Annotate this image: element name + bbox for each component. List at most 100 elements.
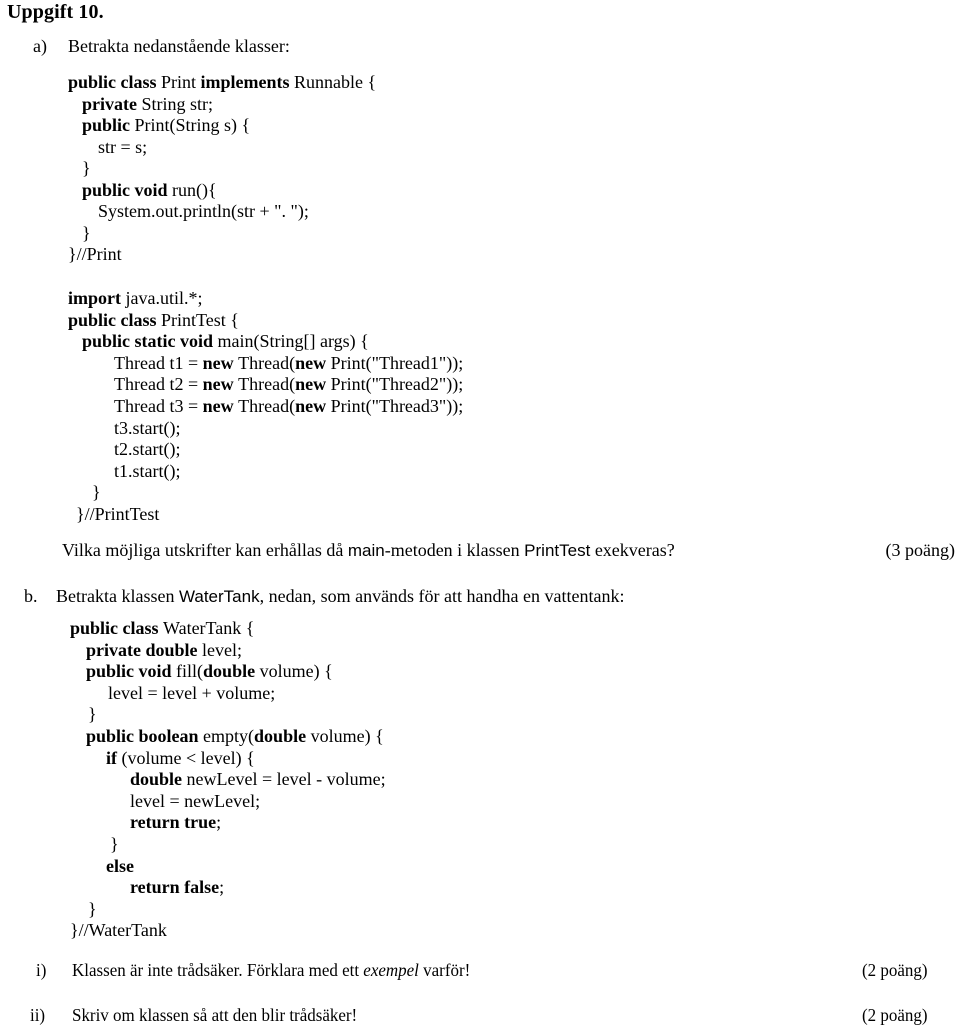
code-token: public class bbox=[68, 72, 162, 92]
code-print-line: public class Print implements Runnable { bbox=[68, 72, 376, 94]
code-printtest-line: }//PrintTest bbox=[76, 504, 159, 526]
part-a-question: Vilka möjliga utskrifter kan erhållas då… bbox=[62, 540, 675, 561]
code-token: Thread t3 = bbox=[114, 396, 203, 416]
document-page: Uppgift 10. a) Betrakta nedanstående kla… bbox=[0, 0, 960, 1029]
code-print-line: private String str; bbox=[82, 94, 213, 116]
code-token: return true bbox=[130, 812, 217, 833]
code-watertank-line: } bbox=[88, 704, 97, 726]
code-token: import bbox=[68, 288, 126, 308]
code-token: Thread( bbox=[238, 396, 296, 416]
code-token: public static void bbox=[82, 331, 218, 352]
code-print-line: } bbox=[82, 158, 91, 180]
code-printtest-line: public class PrintTest { bbox=[68, 310, 239, 332]
code-token: if bbox=[106, 747, 122, 768]
code-token: run(){ bbox=[172, 179, 217, 200]
sub-i-emphasis: exempel bbox=[363, 960, 419, 980]
code-token: WaterTank { bbox=[163, 618, 255, 638]
code-watertank-line: level = newLevel; bbox=[130, 791, 260, 813]
code-watertank-line: return false; bbox=[130, 877, 224, 899]
code-token: t3.start(); bbox=[114, 417, 181, 438]
code-token: Thread t1 = bbox=[114, 352, 203, 373]
list-marker-b: b. bbox=[24, 586, 38, 606]
code-token: Thread t2 = bbox=[114, 374, 203, 395]
code-print-line: System.out.println(str + ". "); bbox=[98, 201, 309, 223]
code-token: new bbox=[202, 396, 239, 416]
code-token: volume) { bbox=[259, 661, 333, 682]
sub-item-ii-points: (2 poäng) bbox=[862, 1005, 928, 1025]
code-watertank-line: return true; bbox=[130, 812, 221, 834]
code-token: new bbox=[295, 352, 331, 373]
code-token: String str; bbox=[141, 93, 213, 114]
code-token: Runnable { bbox=[294, 72, 377, 92]
code-token: public boolean bbox=[86, 726, 204, 746]
code-print-line: } bbox=[82, 223, 91, 245]
code-watertank-line: double newLevel = level - volume; bbox=[130, 769, 386, 791]
code-watertank-line: public class WaterTank { bbox=[70, 618, 254, 640]
part-b-text-2: , nedan, som används för att handha en v… bbox=[259, 586, 625, 606]
part-b-prompt: Betrakta klassen WaterTank, nedan, som a… bbox=[56, 586, 624, 607]
code-watertank-line: level = level + volume; bbox=[108, 683, 275, 705]
code-token: public class bbox=[70, 618, 164, 638]
page-title: Uppgift 10. bbox=[7, 1, 104, 23]
code-printtest-line: t3.start(); bbox=[114, 418, 180, 440]
part-a-prompt: Betrakta nedanstående klasser: bbox=[68, 36, 290, 56]
code-token: newLevel = level - volume; bbox=[186, 769, 386, 790]
code-token: }//PrintTest bbox=[76, 504, 160, 524]
code-token: } bbox=[92, 482, 101, 503]
sub-item-i-points: (2 poäng) bbox=[862, 960, 928, 980]
list-marker-ii: ii) bbox=[30, 1005, 46, 1025]
code-token: new bbox=[295, 374, 331, 395]
code-watertank-line: public boolean empty(double volume) { bbox=[86, 726, 384, 748]
code-token: Thread( bbox=[238, 352, 296, 373]
code-print-line: public Print(String s) { bbox=[82, 115, 250, 137]
code-token: empty( bbox=[203, 726, 255, 746]
code-token: } bbox=[88, 704, 97, 725]
code-token: public void bbox=[86, 661, 177, 682]
code-token: Print(String s) { bbox=[134, 115, 251, 135]
code-token: main(String[] args) { bbox=[217, 331, 369, 352]
code-token: Print("Thread2")); bbox=[330, 374, 464, 395]
code-token: str = s; bbox=[98, 136, 148, 157]
code-token: double bbox=[254, 726, 311, 746]
code-token: level; bbox=[202, 639, 242, 660]
sub-ii-text-1: Skriv om klassen så att den blir trådsäk… bbox=[72, 1005, 358, 1025]
code-token: ; bbox=[219, 877, 225, 898]
code-token: new bbox=[295, 396, 331, 416]
list-marker-i: i) bbox=[36, 960, 47, 980]
list-marker-a: a) bbox=[33, 36, 47, 56]
code-printtest-line: t1.start(); bbox=[114, 461, 180, 483]
code-token: return false bbox=[130, 877, 220, 898]
code-printtest-line: Thread t1 = new Thread(new Print("Thread… bbox=[114, 353, 463, 375]
code-token: public void bbox=[82, 179, 173, 200]
code-token: }//Print bbox=[68, 244, 122, 264]
code-token: PrintTest { bbox=[161, 309, 239, 330]
code-token: java.util.*; bbox=[125, 288, 203, 308]
question-text-3: exekveras? bbox=[590, 540, 675, 560]
code-watertank-line: if (volume < level) { bbox=[106, 748, 255, 770]
code-token: Print("Thread1")); bbox=[330, 352, 464, 373]
code-token: (volume < level) { bbox=[121, 747, 255, 768]
code-token: double bbox=[130, 769, 187, 790]
code-token: public bbox=[82, 115, 135, 135]
code-token: } bbox=[82, 222, 91, 243]
code-token: }//WaterTank bbox=[70, 920, 167, 941]
code-token: } bbox=[82, 158, 91, 178]
code-watertank-line: else bbox=[106, 856, 134, 878]
code-print-line: public void run(){ bbox=[82, 180, 217, 202]
code-token: ; bbox=[216, 812, 222, 833]
code-token: new bbox=[202, 374, 239, 395]
code-token: Print bbox=[161, 72, 201, 92]
question-text-1: Vilka möjliga utskrifter kan erhållas då bbox=[62, 540, 348, 560]
code-token: else bbox=[106, 855, 134, 876]
code-token: public class bbox=[68, 309, 162, 330]
code-watertank-line: public void fill(double volume) { bbox=[86, 661, 333, 683]
code-printtest-line: } bbox=[92, 482, 101, 504]
sub-item-ii-text: Skriv om klassen så att den blir trådsäk… bbox=[72, 1005, 357, 1026]
sub-i-text-1: Klassen är inte trådsäker. Förklara med … bbox=[72, 960, 364, 980]
code-token: t1.start(); bbox=[114, 460, 181, 481]
code-token: Thread( bbox=[238, 374, 296, 395]
code-token: } bbox=[88, 898, 97, 919]
code-token: level = newLevel; bbox=[130, 790, 261, 811]
code-token: private double bbox=[86, 639, 203, 660]
part-b-text-1: Betrakta klassen bbox=[56, 586, 179, 606]
